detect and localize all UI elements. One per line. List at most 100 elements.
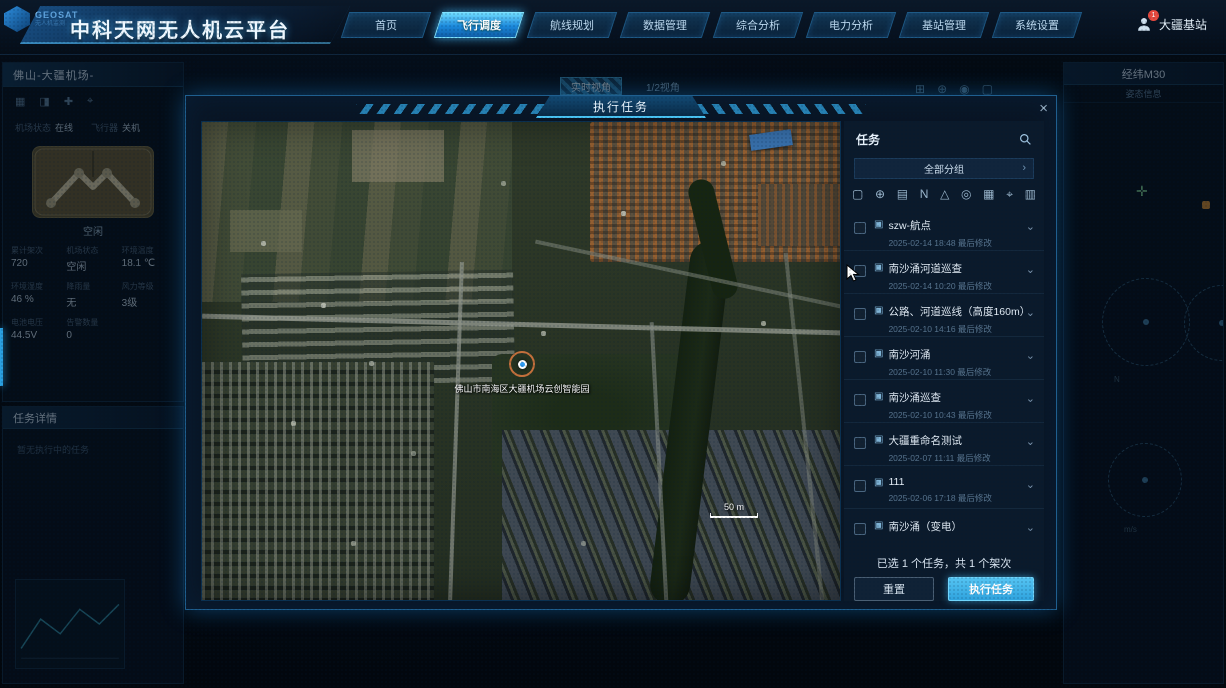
route-icon: ▣ xyxy=(874,348,883,359)
task-name: 公路、河道巡线（高度160m） xyxy=(888,304,1044,319)
task-row[interactable]: ▣ 南沙涌河道巡查 2025-02-14 10:20 最后修改 ⌄ xyxy=(844,251,1044,294)
task-date: 2025-02-07 11:11 最后修改 xyxy=(888,452,1044,464)
user-icon[interactable]: 1 xyxy=(1135,15,1153,33)
task-name: 南沙涌巡查 xyxy=(888,390,1044,405)
app-header: GEOSAT 无人机监测 中科天网无人机云平台 首页 飞行调度 航线规划 数据管… xyxy=(0,0,1226,55)
route-icon: ▣ xyxy=(874,305,883,316)
chevron-down-icon[interactable]: ⌄ xyxy=(1026,435,1035,448)
chevron-down-icon[interactable]: ⌄ xyxy=(1026,392,1035,405)
task-row[interactable]: ▣ 公路、河道巡线（高度160m） 2025-02-10 14:16 最后修改 … xyxy=(844,294,1044,337)
close-icon[interactable]: × xyxy=(1039,100,1048,117)
chevron-down-icon[interactable]: ⌄ xyxy=(1026,263,1035,276)
corridor-icon[interactable]: ▥ xyxy=(1025,187,1036,202)
nav-tab-basestation-management[interactable]: 基站管理 xyxy=(899,12,989,38)
execute-task-modal: 执行任务 × 佛山市南海区大疆机场云创智能园 xyxy=(185,95,1057,610)
scale-line xyxy=(710,513,758,518)
user-account[interactable]: 1 大疆基站 xyxy=(1135,15,1207,33)
dock-marker-label: 佛山市南海区大疆机场云创智能园 xyxy=(422,382,622,395)
mapping-icon[interactable]: ▦ xyxy=(983,187,994,202)
task-row[interactable]: ▣ 111 2025-02-06 17:18 最后修改 ⌄ xyxy=(844,466,1044,509)
task-row[interactable]: ▣ 南沙涌巡查 2025-02-10 10:43 最后修改 ⌄ xyxy=(844,380,1044,423)
waypoint-icon[interactable]: ⊕ xyxy=(875,187,885,202)
route-icon: ▣ xyxy=(874,520,883,531)
group-filter-label: 全部分组 xyxy=(924,161,964,176)
task-name: 大疆重命名测试 xyxy=(888,433,1044,448)
task-checkbox[interactable] xyxy=(854,351,866,363)
app-title: 中科天网无人机云平台 xyxy=(70,14,290,43)
nav-tab-label: 基站管理 xyxy=(922,17,966,33)
task-row[interactable]: ▣ szw-航点 2025-02-14 18:48 最后修改 ⌄ xyxy=(844,208,1044,251)
task-list: ▣ szw-航点 2025-02-14 18:48 最后修改 ⌄ ▣ 南沙涌河道… xyxy=(844,208,1044,547)
task-checkbox[interactable] xyxy=(854,308,866,320)
notification-badge: 1 xyxy=(1148,10,1159,21)
task-name: 111 xyxy=(888,476,1044,488)
nav-tab-route-planning[interactable]: 航线规划 xyxy=(527,12,617,38)
task-row[interactable]: ▣ 大疆重命名测试 2025-02-07 11:11 最后修改 ⌄ xyxy=(844,423,1044,466)
chevron-down-icon[interactable]: ⌄ xyxy=(1026,306,1035,319)
group-filter[interactable]: 全部分组 › xyxy=(854,158,1034,179)
scale-label: 50 m xyxy=(710,502,758,512)
nav-tab-label: 飞行调度 xyxy=(457,17,501,33)
task-checkbox[interactable] xyxy=(854,222,866,234)
orbit-icon[interactable]: ◎ xyxy=(961,187,971,202)
task-checkbox[interactable] xyxy=(854,437,866,449)
task-date: 2025-02-10 10:43 最后修改 xyxy=(888,409,1044,421)
task-date: 2025-02-14 18:48 最后修改 xyxy=(888,237,1044,249)
task-name: 南沙涌（变电） xyxy=(888,519,1044,534)
nav-tab-label: 航线规划 xyxy=(550,17,594,33)
task-checkbox[interactable] xyxy=(854,523,866,535)
route-icon: ▣ xyxy=(874,477,883,488)
nav-tab-comprehensive-analysis[interactable]: 综合分析 xyxy=(713,12,803,38)
dock-marker[interactable] xyxy=(518,360,527,369)
logo-icon xyxy=(4,6,30,32)
nav-tab-label: 首页 xyxy=(375,17,397,33)
task-row[interactable]: ▣ 南沙涌（变电） ⌄ xyxy=(844,509,1044,547)
folder-icon[interactable]: ▢ xyxy=(852,187,863,202)
chevron-down-icon[interactable]: ⌄ xyxy=(1026,349,1035,362)
route-icon: ▣ xyxy=(874,391,883,402)
edge-glow-decoration xyxy=(0,328,3,386)
task-date: 2025-02-10 11:30 最后修改 xyxy=(888,366,1044,378)
area-route-icon[interactable]: △ xyxy=(940,187,949,202)
main-nav: 首页 飞行调度 航线规划 数据管理 综合分析 电力分析 基站管理 系统设置 xyxy=(345,12,1078,38)
grid-route-icon[interactable]: ▤ xyxy=(897,187,908,202)
task-row[interactable]: ▣ 南沙河涌 2025-02-10 11:30 最后修改 ⌄ xyxy=(844,337,1044,380)
selection-summary: 已选 1 个任务，共 1 个架次 xyxy=(844,547,1044,577)
nav-tab-home[interactable]: 首页 xyxy=(341,12,431,38)
search-icon[interactable] xyxy=(1019,133,1032,146)
nav-tab-flight-dispatch[interactable]: 飞行调度 xyxy=(434,12,524,38)
north-icon[interactable]: N xyxy=(920,187,929,202)
mouse-cursor xyxy=(846,264,862,284)
route-icon: ▣ xyxy=(874,219,883,230)
nav-tab-system-settings[interactable]: 系统设置 xyxy=(992,12,1082,38)
chevron-down-icon[interactable]: ⌄ xyxy=(1026,478,1035,491)
modal-title: 执行任务 xyxy=(536,96,706,118)
title-banner: 中科天网无人机云平台 xyxy=(40,0,340,55)
task-panel-title: 任务 xyxy=(856,131,880,148)
nav-tab-label: 电力分析 xyxy=(829,17,873,33)
execute-task-button[interactable]: 执行任务 xyxy=(948,577,1034,601)
nav-tab-data-management[interactable]: 数据管理 xyxy=(620,12,710,38)
route-icon: ▣ xyxy=(874,262,883,273)
reset-button[interactable]: 重置 xyxy=(854,577,934,601)
modal-header: 执行任务 × xyxy=(186,96,1056,122)
task-date: 2025-02-14 10:20 最后修改 xyxy=(888,280,1044,292)
nav-tab-label: 综合分析 xyxy=(736,17,780,33)
task-date: 2025-02-10 14:16 最后修改 xyxy=(888,323,1044,335)
nav-tab-label: 数据管理 xyxy=(643,17,687,33)
task-name: 南沙河涌 xyxy=(888,347,1044,362)
user-name: 大疆基站 xyxy=(1159,16,1207,33)
task-list-panel: 任务 全部分组 › ▢ ⊕ ▤ N △ ◎ ▦ ⌖ ▥ xyxy=(844,121,1044,601)
nav-tab-power-analysis[interactable]: 电力分析 xyxy=(806,12,896,38)
task-name: szw-航点 xyxy=(888,218,1044,233)
chevron-down-icon[interactable]: ⌄ xyxy=(1026,220,1035,233)
task-checkbox[interactable] xyxy=(854,480,866,492)
task-checkbox[interactable] xyxy=(854,394,866,406)
mission-type-icons: ▢ ⊕ ▤ N △ ◎ ▦ ⌖ ▥ xyxy=(844,179,1044,208)
chevron-right-icon: › xyxy=(1022,162,1026,174)
drone-icon[interactable]: ⌖ xyxy=(1006,187,1013,202)
chevron-down-icon[interactable]: ⌄ xyxy=(1026,521,1035,534)
satellite-map[interactable]: 佛山市南海区大疆机场云创智能园 50 m xyxy=(201,121,841,601)
app-screen: GEOSAT 无人机监测 中科天网无人机云平台 首页 飞行调度 航线规划 数据管… xyxy=(0,0,1226,688)
map-scale-bar: 50 m xyxy=(710,502,758,518)
